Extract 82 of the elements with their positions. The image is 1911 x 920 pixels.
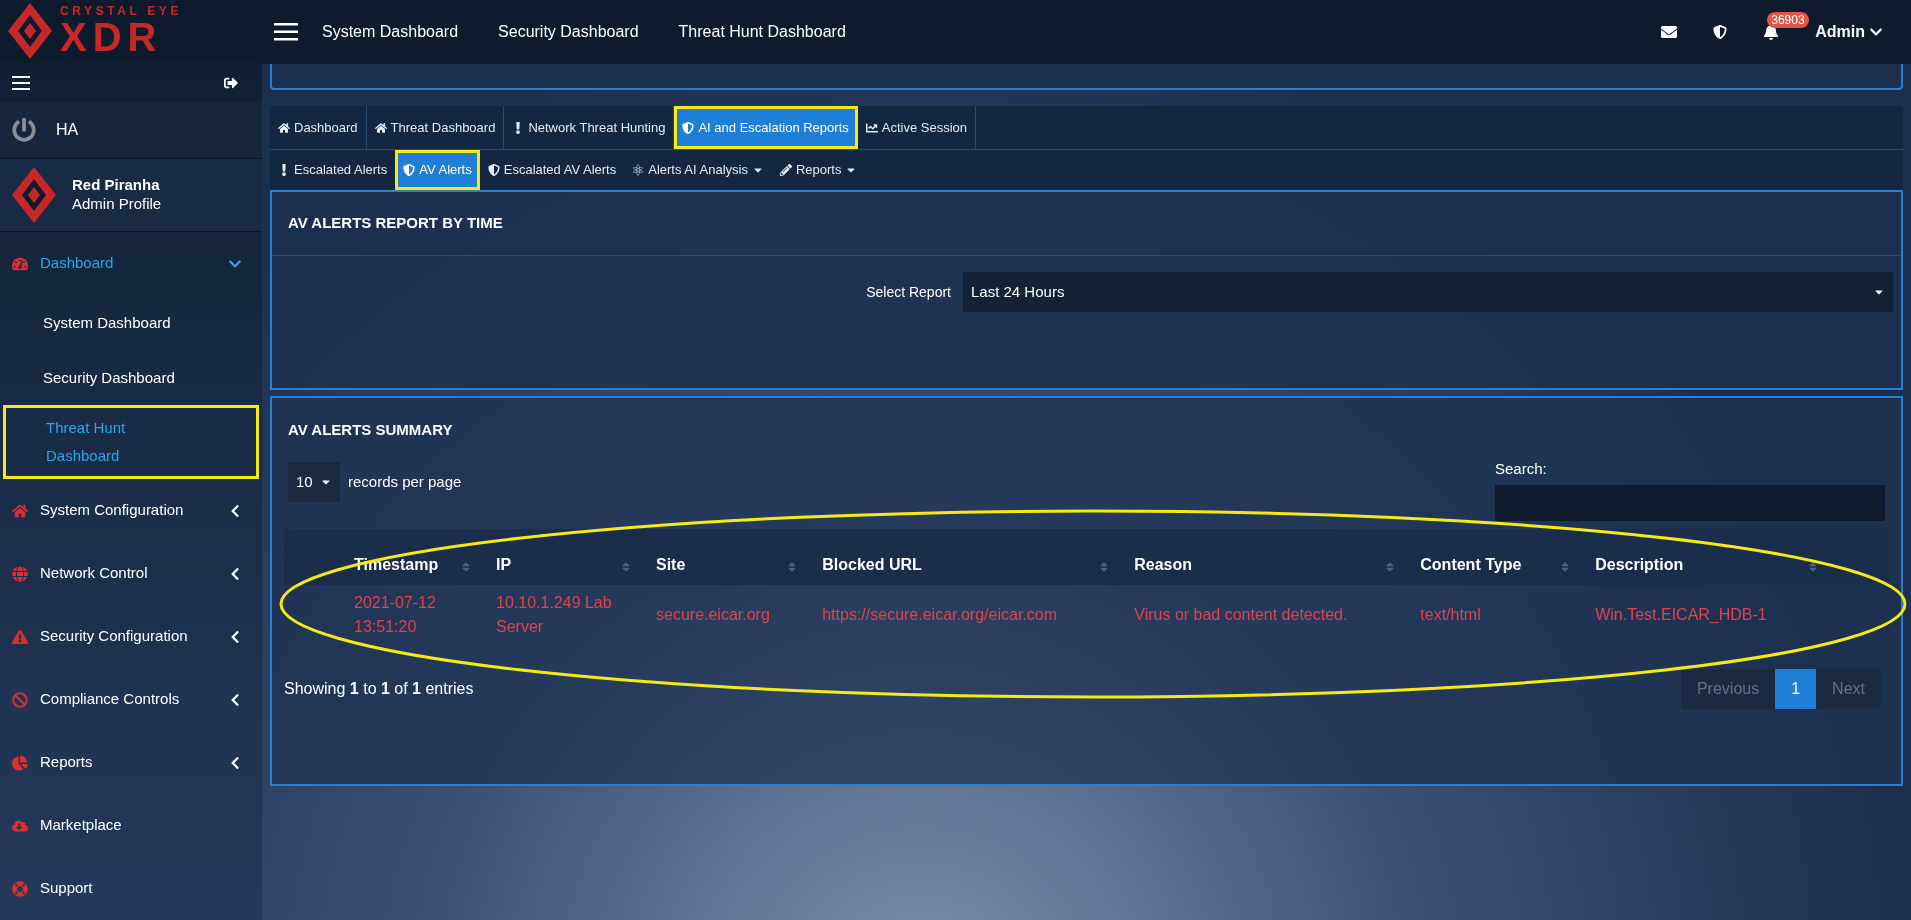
card-title: AV ALERTS REPORT BY TIME [272,192,1901,256]
sort-icon [1807,560,1819,573]
column-header[interactable]: IP [484,528,644,585]
profile-name: Red Piranha [72,176,161,196]
card-title: AV ALERTS SUMMARY [287,419,454,440]
table-cell: Virus or bad content detected. [1122,584,1409,645]
menu-icon[interactable] [12,75,30,90]
sidebar-subitem[interactable]: System Dashboard [3,295,259,350]
bell-icon[interactable] [1763,24,1780,40]
table-cell: secure.eicar.org [644,584,811,645]
atom-icon [632,164,645,176]
sidebar-item[interactable]: Support [0,857,262,920]
profile-role: Admin Profile [72,195,162,214]
sidebar-item[interactable]: Network Control [0,542,262,605]
sidebar-item[interactable]: Compliance Controls [0,668,262,731]
shield-icon [487,164,500,176]
shield-icon [682,121,695,134]
column-header[interactable]: Description [1583,528,1889,585]
tab[interactable]: Escalated Alerts [270,150,396,190]
table-info: Showing 1 to 1 of 1 entries [284,678,474,699]
pagination-button[interactable]: 1 [1775,668,1817,709]
sidebar-subitem[interactable]: Threat Hunt Dashboard [3,405,259,479]
sidebar-item[interactable]: Dashboard [0,232,262,295]
column-header[interactable]: Reason [1122,528,1409,585]
page-size-label: records per page [348,471,462,492]
header-link[interactable]: Security Dashboard [498,20,639,44]
mail-icon[interactable] [1661,24,1678,40]
lifebuoy-icon [12,880,28,897]
tab[interactable]: Active Session [857,106,976,149]
search-label: Search: [1495,459,1548,479]
shield-icon [403,164,416,176]
tab[interactable]: Escalated AV Alerts [479,150,625,190]
line-chart-icon [865,121,878,134]
tab[interactable]: AV Alerts [395,150,480,190]
gauge-icon [12,255,28,272]
select-label: Select Report [866,282,951,302]
table-cell: 10.10.1.249 Lab Server [484,584,644,645]
notification-badge: 36903 [1767,12,1809,28]
pie-chart-icon [12,754,28,771]
logo-icon [12,167,56,224]
sort-icon [620,560,632,573]
table-cell: Win.Test.EICAR_HDB-1 [1583,584,1889,645]
triangle-icon [12,628,28,645]
sidebar-item[interactable]: Reports [0,731,262,794]
column-header[interactable]: Site [644,528,811,585]
sidebar-subitem[interactable]: Security Dashboard [3,350,259,405]
tab[interactable]: Reports [771,150,866,190]
home-icon [374,121,387,134]
tab[interactable]: AI and Escalation Reports [674,106,858,149]
column-header[interactable]: Content Type [1408,528,1584,585]
brand-name: XDR [60,17,164,58]
tab[interactable]: Dashboard [270,106,367,149]
power-icon[interactable] [12,118,36,143]
globe-icon [12,565,28,582]
user-menu[interactable]: Admin [1815,20,1883,44]
shield-icon[interactable] [1713,25,1728,39]
sidebar-item[interactable]: Marketplace [0,794,262,857]
column-header[interactable]: Blocked URL [810,528,1123,585]
report-select[interactable]: Last 24 Hours [963,272,1893,312]
table-cell: text/html [1408,584,1584,645]
sort-icon [460,560,472,573]
search-field[interactable] [1495,484,1885,521]
tab[interactable]: Alerts AI Analysis [624,150,772,190]
brand-tagline: CRYSTAL EYE [60,5,183,18]
column-header[interactable]: Timestamp [284,528,484,585]
table-cell: https://secure.eicar.org/eicar.com [810,584,1123,645]
sidebar-item[interactable]: Security Configuration [0,605,262,668]
tab[interactable]: Threat Dashboard [366,106,505,149]
table-cell: 2021-07-12 13:51:20 [284,584,484,645]
logo-icon [8,3,52,60]
ha-label[interactable]: HA [56,118,79,143]
logout-icon[interactable] [224,75,238,90]
ban-icon [12,691,28,708]
pencil-icon [779,164,792,176]
header-link[interactable]: System Dashboard [322,20,459,44]
sidebar-item[interactable]: System Configuration [0,479,262,542]
home-icon [278,121,290,134]
menu-icon[interactable] [274,23,298,41]
home-icon [12,502,28,519]
page-size-select[interactable]: 10 [288,462,340,502]
header-link[interactable]: Threat Hunt Dashboard [678,20,846,44]
cloud-icon [12,817,28,834]
